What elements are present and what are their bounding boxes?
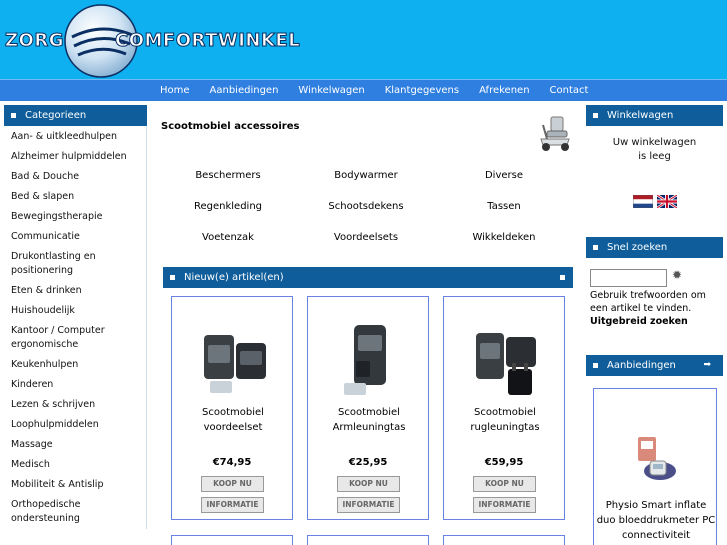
language-selector (633, 195, 677, 208)
offer-card: Physio Smart inflate duo bloeddrukmeter … (593, 388, 717, 545)
category-item[interactable]: Loophulpmiddelen (4, 415, 146, 435)
category-item[interactable]: Lezen & schrijven (4, 395, 146, 415)
quick-search-title: Snel zoeken (607, 242, 668, 253)
categories-title: Categorieen (25, 110, 87, 121)
product-image[interactable] (190, 317, 276, 405)
category-item[interactable]: Drukontlasting en positionering (4, 247, 146, 281)
advanced-search-link[interactable]: Uitgebreid zoeken (590, 316, 688, 327)
product-card: Scootmobiel Armleuningtas €25,95 KOOP NU… (307, 296, 429, 520)
header: ZORG COMFORTWINKEL (0, 0, 727, 80)
scooter-icon (540, 116, 570, 151)
site-logo[interactable]: ZORG COMFORTWINKEL (2, 0, 302, 80)
subcategory-link[interactable]: Voordeelsets (297, 231, 435, 262)
product-card-partial (307, 535, 429, 545)
subcategory-link[interactable]: Schootsdekens (297, 200, 435, 231)
buy-now-button[interactable]: KOOP NU (337, 476, 400, 492)
cart-status-line: Uw winkelwagen (612, 137, 697, 148)
bullet-icon (170, 275, 175, 280)
category-item[interactable]: Huishoudelijk (4, 301, 146, 321)
buy-now-button[interactable]: KOOP NU (201, 476, 264, 492)
category-item[interactable]: Mobiliteit & Antislip (4, 475, 146, 495)
search-submit-icon[interactable]: ✹ (672, 268, 682, 282)
offer-product-image[interactable] (632, 435, 680, 485)
nav-home[interactable]: Home (160, 80, 190, 102)
new-products-title: Nieuw(e) artikel(en) (184, 272, 284, 283)
category-item[interactable]: Aan- & uitkleedhulpen (4, 127, 146, 147)
bullet-icon (593, 113, 598, 118)
logo-text-left: ZORG (5, 30, 65, 52)
cart-header: Winkelwagen (586, 105, 723, 126)
product-image[interactable] (462, 317, 548, 405)
subcategory-grid: Beschermers Bodywarmer Diverse Regenkled… (159, 169, 573, 262)
category-item[interactable]: Kinderen (4, 375, 146, 395)
nav-klantgegevens[interactable]: Klantgegevens (385, 80, 459, 102)
nav-afrekenen[interactable]: Afrekenen (479, 80, 529, 102)
info-button[interactable]: INFORMATIE (201, 497, 264, 513)
category-item[interactable]: Eten & drinken (4, 281, 146, 301)
subcategory-link[interactable]: Wikkeldeken (435, 231, 573, 262)
new-products-header: Nieuw(e) artikel(en) (163, 267, 573, 288)
cart-status: Uw winkelwagen is leeg (586, 136, 723, 164)
dutch-flag-icon[interactable] (633, 195, 653, 208)
bullet-icon (560, 275, 565, 280)
category-item[interactable]: Alzheimer hulpmiddelen (4, 147, 146, 167)
bullet-icon (11, 113, 16, 118)
right-sidebar: Winkelwagen Uw winkelwagen is leeg Snel … (586, 105, 723, 545)
category-item[interactable]: Medisch (4, 455, 146, 475)
category-item[interactable]: Bad & Douche (4, 167, 146, 187)
subcategory-link[interactable]: Regenkleding (159, 200, 297, 231)
product-card-partial (171, 535, 293, 545)
categories-header: Categorieen (4, 105, 147, 126)
buy-now-button[interactable]: KOOP NU (473, 476, 536, 492)
search-help-text: Gebruik trefwoorden om een artikel te vi… (590, 290, 706, 314)
product-image[interactable] (326, 317, 412, 405)
subcategory-link[interactable]: Tassen (435, 200, 573, 231)
product-name[interactable]: Scootmobiel voordeelset (174, 405, 292, 435)
bullet-icon (593, 245, 598, 250)
quick-search-header: Snel zoeken (586, 237, 723, 258)
subcategory-link[interactable]: Beschermers (159, 169, 297, 200)
category-item[interactable]: Bed & slapen (4, 187, 146, 207)
left-sidebar: Categorieen Aan- & uitkleedhulpen Alzhei… (4, 105, 147, 529)
product-price: €59,95 (484, 457, 524, 468)
category-item[interactable]: Communicatie (4, 227, 146, 247)
nav-winkelwagen[interactable]: Winkelwagen (298, 80, 364, 102)
category-item[interactable]: Keukenhulpen (4, 355, 146, 375)
cart-title[interactable]: Winkelwagen (607, 110, 673, 121)
product-card: Scootmobiel voordeelset €74,95 KOOP NU I… (171, 296, 293, 520)
category-item[interactable]: Kantoor / Computer ergonomische (4, 321, 146, 355)
english-flag-icon[interactable] (657, 195, 677, 208)
product-price: €74,95 (212, 457, 252, 468)
category-item[interactable]: Massage (4, 435, 146, 455)
offer-product-name[interactable]: Physio Smart inflate duo bloeddrukmeter … (596, 498, 716, 543)
search-input[interactable] (590, 269, 667, 287)
category-item[interactable]: Bewegingstherapie (4, 207, 146, 227)
nav-contact[interactable]: Contact (550, 80, 589, 102)
arrow-right-icon[interactable]: ➡ (703, 355, 711, 376)
main-nav: Home Aanbiedingen Winkelwagen Klantgegev… (0, 79, 727, 101)
page-title: Scootmobiel accessoires (161, 121, 300, 132)
offers-header: Aanbiedingen ➡ (586, 355, 723, 376)
info-button[interactable]: INFORMATIE (337, 497, 400, 513)
product-card-partial (443, 535, 565, 545)
product-name[interactable]: Scootmobiel rugleuningtas (446, 405, 564, 435)
product-card: Scootmobiel rugleuningtas €59,95 KOOP NU… (443, 296, 565, 520)
category-item[interactable]: Orthopedische ondersteuning (4, 495, 146, 529)
bullet-icon (593, 363, 598, 368)
product-name[interactable]: Scootmobiel Armleuningtas (310, 405, 428, 435)
nav-aanbiedingen[interactable]: Aanbiedingen (210, 80, 279, 102)
subcategory-link[interactable]: Diverse (435, 169, 573, 200)
info-button[interactable]: INFORMATIE (473, 497, 536, 513)
subcategory-link[interactable]: Bodywarmer (297, 169, 435, 200)
offers-title[interactable]: Aanbiedingen (607, 360, 676, 371)
product-price: €25,95 (348, 457, 388, 468)
cart-status-line: is leeg (638, 151, 671, 162)
subcategory-link[interactable]: Voetenzak (159, 231, 297, 262)
logo-text-right: COMFORTWINKEL (114, 30, 301, 52)
category-list: Aan- & uitkleedhulpen Alzheimer hulpmidd… (4, 127, 147, 529)
